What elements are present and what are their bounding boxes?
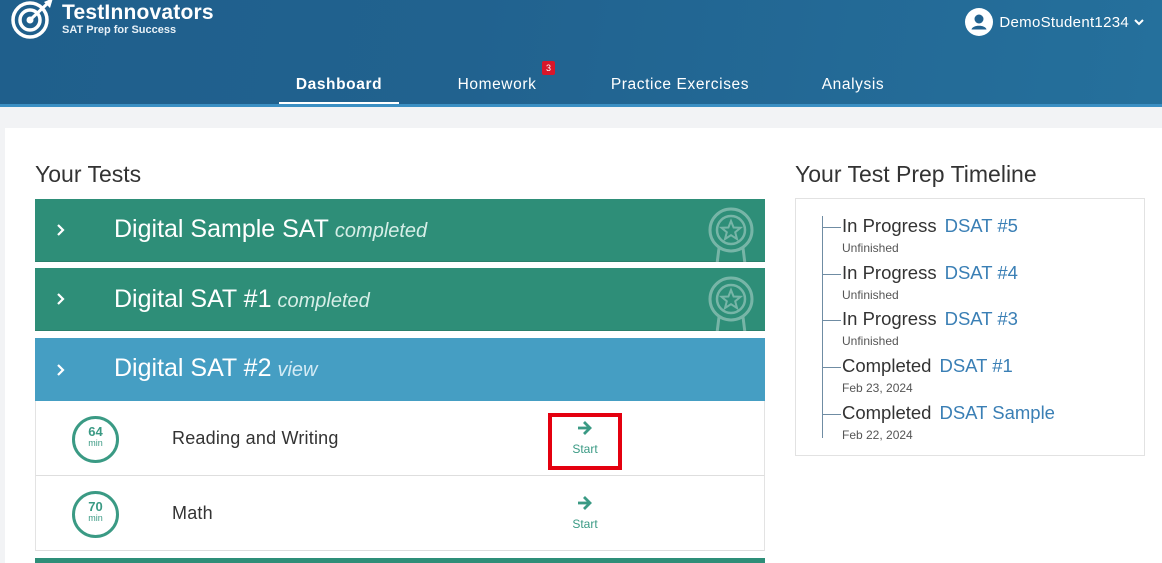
test-status: completed (277, 290, 370, 312)
award-badge-icon (708, 207, 754, 264)
chevron-down-icon (1134, 19, 1144, 26)
timeline-tick (822, 414, 841, 415)
timer-minutes: 64 (88, 424, 103, 439)
award-badge-icon (708, 276, 754, 333)
timeline-entry: In Progress DSAT #4 (842, 262, 1018, 284)
tab-analysis-label: Analysis (821, 76, 885, 93)
test-title: Digital SAT #2 view (114, 354, 318, 383)
user-avatar-icon (965, 8, 994, 36)
header-divider (0, 104, 1162, 107)
chevron-right-icon (57, 293, 65, 305)
timeline-subtext: Unfinished (842, 334, 899, 348)
section-row-reading-writing: 64 min Reading and Writing Start (35, 401, 765, 476)
tab-homework-label: Homework (457, 76, 537, 93)
timer-minutes: 70 (88, 499, 103, 514)
tab-practice-exercises-label: Practice Exercises (610, 76, 750, 93)
timeline-tick (822, 227, 841, 228)
timeline-state: In Progress (842, 215, 937, 236)
timeline-panel: In Progress DSAT #5 Unfinished In Progres… (795, 198, 1145, 456)
brand-subtitle: SAT Prep for Success (62, 24, 177, 36)
tab-practice-exercises[interactable]: Practice Exercises (598, 73, 762, 105)
test-name: Digital Sample SAT (114, 215, 329, 243)
timeline-tick (822, 274, 841, 275)
section-row-math: 70 min Math Start (35, 476, 765, 551)
timeline-title: Your Test Prep Timeline (795, 161, 1037, 187)
tab-dashboard-label: Dashboard (295, 76, 383, 93)
user-menu[interactable]: DemoStudent1234 (965, 8, 1144, 36)
start-math-button[interactable]: Start (548, 488, 622, 545)
brand-logo[interactable]: TestInnovators SAT Prep for Success (8, 0, 214, 42)
timeline-item: In Progress DSAT #5 Unfinished (822, 215, 1132, 261)
section-name: Math (172, 503, 213, 523)
timeline-tick (822, 367, 841, 368)
timeline-state: In Progress (842, 308, 937, 329)
test-name: Digital SAT #2 (114, 354, 272, 382)
timer-badge: 64 min (72, 416, 119, 463)
timeline-test-link[interactable]: DSAT #5 (945, 215, 1018, 236)
test-status: completed (334, 220, 428, 242)
test-row-digital-sat-2[interactable]: Digital SAT #2 view (35, 338, 765, 401)
test-status: view (277, 359, 318, 381)
timeline-subtext: Feb 22, 2024 (842, 428, 913, 442)
timeline-state: In Progress (842, 262, 937, 283)
start-label: Start (572, 442, 598, 456)
timeline-state: Completed (842, 402, 932, 423)
test-name: Digital SAT #1 (114, 285, 272, 313)
tab-dashboard[interactable]: Dashboard (279, 73, 399, 105)
start-label: Start (572, 517, 598, 531)
timeline-item: In Progress DSAT #3 Unfinished (822, 308, 1132, 354)
timeline-state: Completed (842, 355, 932, 376)
arrow-right-icon (578, 496, 592, 510)
timeline-subtext: Unfinished (842, 288, 899, 302)
timer-unit: min (88, 513, 103, 523)
timeline-test-link[interactable]: DSAT #1 (939, 355, 1012, 376)
timeline-test-link[interactable]: DSAT #3 (945, 308, 1018, 329)
timer-badge: 70 min (72, 491, 119, 538)
start-reading-writing-button[interactable]: Start (548, 413, 622, 470)
timeline-test-link[interactable]: DSAT Sample (939, 402, 1055, 423)
timeline-item: Completed DSAT #1 Feb 23, 2024 (822, 355, 1132, 401)
brand-title: TestInnovators (62, 1, 214, 24)
your-tests-title: Your Tests (35, 161, 142, 187)
timeline-test-link[interactable]: DSAT #4 (945, 262, 1018, 283)
chevron-right-icon (57, 363, 65, 376)
arrow-right-icon (578, 421, 592, 435)
test-title: Digital Sample SAT completed (114, 215, 427, 244)
main-nav: Dashboard Homework Practice Exercises An… (0, 73, 1162, 105)
user-name: DemoStudent1234 (999, 13, 1129, 31)
test-row-digital-sample-sat[interactable]: Digital Sample SAT completed (35, 199, 765, 264)
app-header: TestInnovators SAT Prep for Success Demo… (0, 0, 1162, 106)
test-row-digital-sat-1[interactable]: Digital SAT #1 completed (35, 268, 765, 333)
timeline-subtext: Unfinished (842, 241, 899, 255)
timeline-subtext: Feb 23, 2024 (842, 381, 913, 395)
tab-homework[interactable]: Homework (443, 73, 551, 105)
homework-count-badge: 3 (542, 61, 555, 75)
timeline-item: Completed DSAT Sample Feb 22, 2024 (822, 402, 1132, 448)
timeline-entry: Completed DSAT #1 (842, 355, 1013, 377)
timeline-entry: In Progress DSAT #5 (842, 215, 1018, 237)
timeline-entry: In Progress DSAT #3 (842, 308, 1018, 330)
timeline-item: In Progress DSAT #4 Unfinished (822, 262, 1132, 308)
test-title: Digital SAT #1 completed (114, 285, 370, 314)
timer-unit: min (88, 438, 103, 448)
tab-analysis[interactable]: Analysis (810, 73, 896, 105)
timeline-tick (822, 320, 841, 321)
target-logo-icon (11, 0, 53, 39)
timeline-entry: Completed DSAT Sample (842, 402, 1055, 424)
next-test-row-edge[interactable] (35, 558, 765, 563)
section-name: Reading and Writing (172, 428, 339, 448)
chevron-right-icon (57, 224, 65, 236)
